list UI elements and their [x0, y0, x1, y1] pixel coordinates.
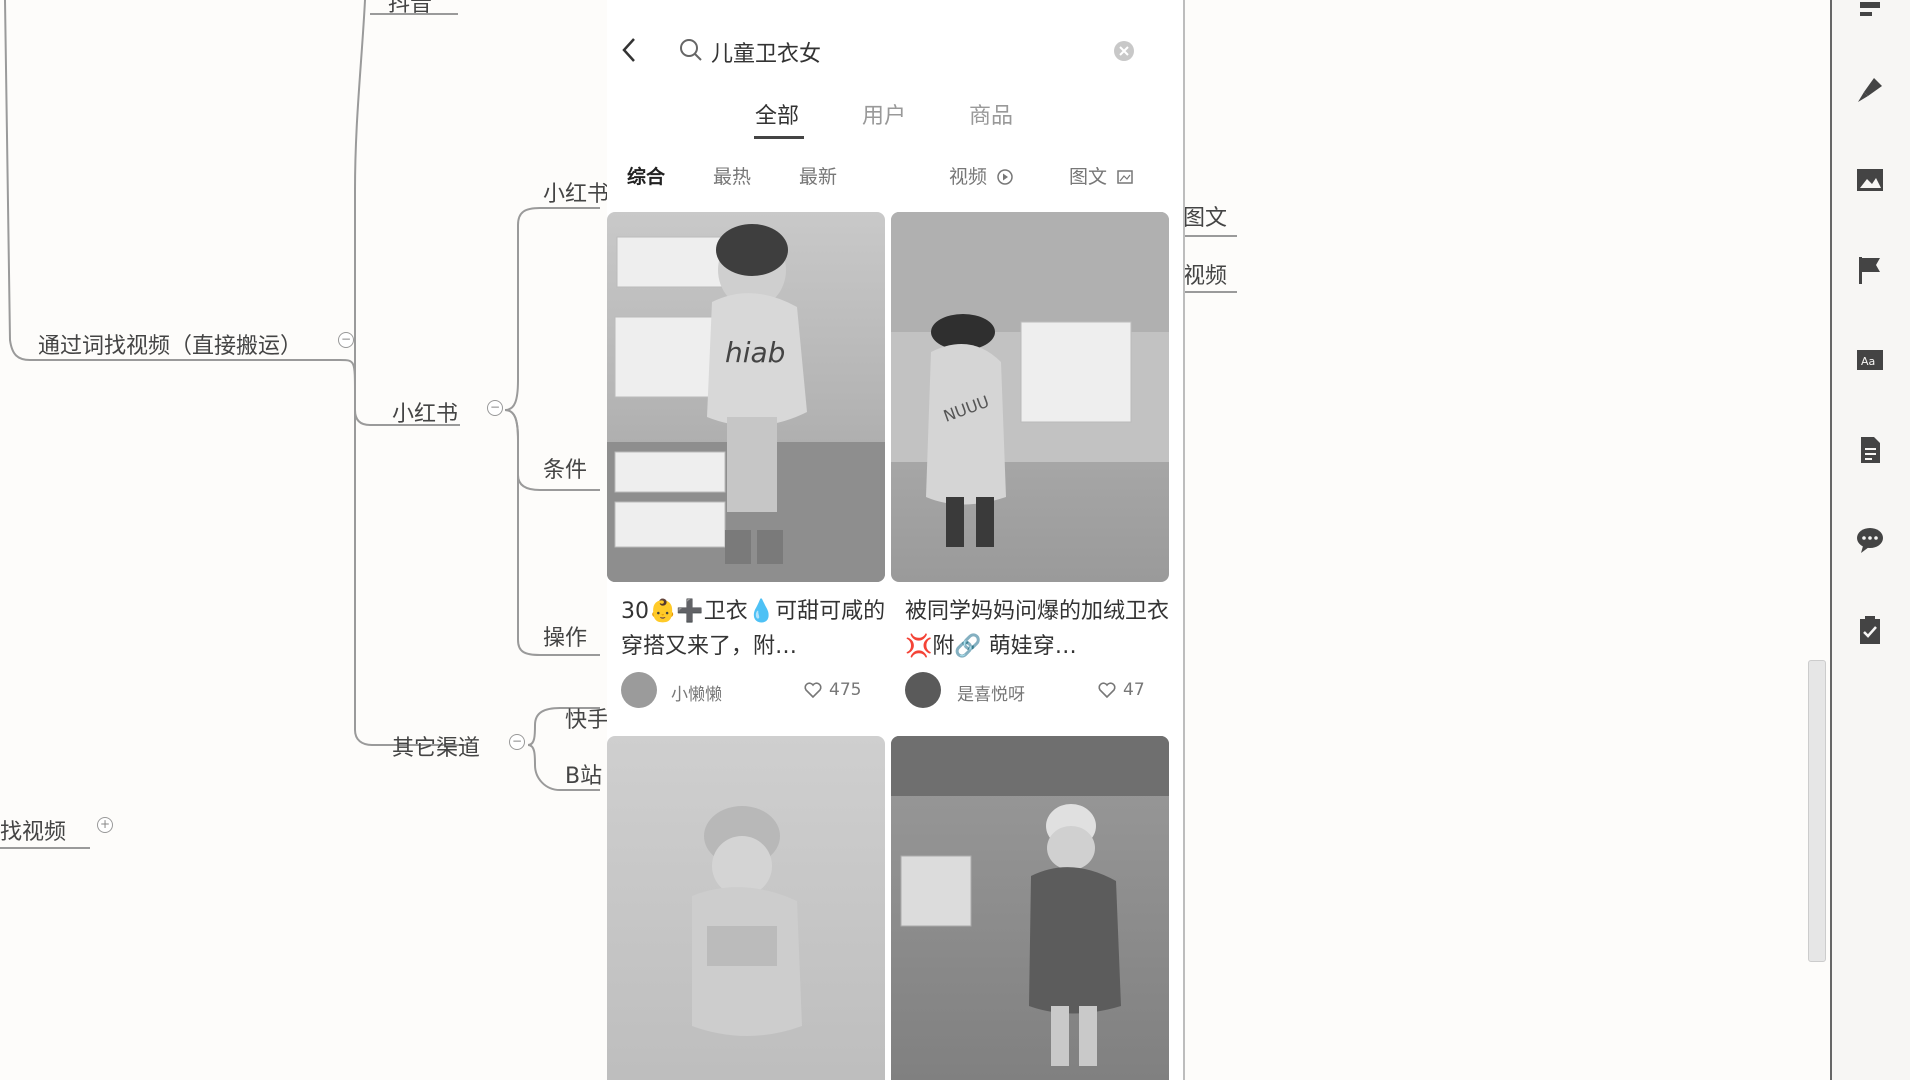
filter-hot[interactable]: 最热 — [713, 162, 751, 189]
mindmap-node-xiaohongshu[interactable]: 小红书 — [392, 396, 458, 428]
collapse-icon[interactable]: − — [338, 332, 354, 348]
outline-icon[interactable] — [1854, 0, 1886, 26]
filter-tuwen[interactable]: 图文 — [1069, 162, 1133, 189]
search-bar: 儿童卫衣女 — [607, 0, 1183, 96]
heart-icon[interactable] — [803, 681, 823, 699]
like-count: 47 — [1123, 680, 1145, 700]
mindmap-node-kuaishou[interactable]: 快手 — [565, 702, 609, 734]
post-thumbnail[interactable]: NUUU — [891, 212, 1169, 582]
search-icon — [680, 39, 702, 61]
tab-products[interactable]: 商品 — [969, 98, 1013, 130]
tab-users[interactable]: 用户 — [862, 98, 906, 130]
clipboard-icon[interactable] — [1854, 614, 1886, 646]
post-thumbnail[interactable] — [891, 736, 1169, 1080]
flag-icon[interactable] — [1854, 254, 1886, 286]
mindmap-node-conditions[interactable]: 条件 — [543, 452, 587, 484]
document-icon[interactable] — [1854, 434, 1886, 466]
expand-icon[interactable]: + — [97, 817, 113, 833]
child-photo-illustration — [891, 736, 1169, 1066]
avatar[interactable] — [621, 672, 657, 708]
svg-text:Aa: Aa — [1861, 355, 1875, 368]
post-thumbnail[interactable]: hiab — [607, 212, 885, 582]
child-photo-illustration: NUUU — [891, 212, 1169, 547]
child-photo-illustration: hiab — [607, 224, 885, 582]
mindmap-node-via-word[interactable]: 通过词找视频（直接搬运） — [38, 328, 302, 360]
post-title[interactable]: 被同学妈妈问爆的加绒卫衣💢附🔗 萌娃穿… — [905, 594, 1175, 664]
avatar[interactable] — [905, 672, 941, 708]
image-icon[interactable] — [1854, 164, 1886, 196]
mindmap-node-other-channels[interactable]: 其它渠道 — [392, 730, 480, 762]
mindmap-node-xiaohongshu-child[interactable]: 小红书 — [543, 176, 609, 208]
filter-new[interactable]: 最新 — [799, 162, 837, 189]
tab-all[interactable]: 全部 — [755, 98, 799, 130]
brush-icon[interactable] — [1854, 74, 1886, 106]
back-arrow-icon[interactable] — [619, 36, 639, 64]
comment-icon[interactable] — [1854, 524, 1886, 556]
author-name[interactable]: 是喜悦呀 — [957, 680, 1025, 705]
post-title[interactable]: 30👶➕卫衣💧可甜可咸的穿搭又来了，附… — [621, 594, 891, 664]
text-style-icon[interactable]: Aa — [1854, 344, 1886, 376]
right-tool-rail: Aa — [1830, 0, 1910, 1080]
like-count: 475 — [829, 680, 862, 700]
mindmap-node-bilibili[interactable]: B站 — [565, 758, 602, 790]
mindmap-node-shipin[interactable]: 视频 — [1183, 258, 1227, 290]
image-icon — [1117, 170, 1133, 184]
svg-text:hiab: hiab — [725, 336, 785, 369]
filter-tuwen-label: 图文 — [1069, 166, 1108, 188]
search-results-panel: 儿童卫衣女 全部 用户 商品 综合 最热 最新 视频 图文 hiab NUUU … — [607, 0, 1185, 1080]
mindmap-node-douyin[interactable]: 抖音 — [388, 0, 432, 18]
mindmap-node-tuwen[interactable]: 图文 — [1183, 200, 1227, 232]
filter-composite[interactable]: 综合 — [627, 162, 665, 189]
author-name[interactable]: 小懒懒 — [671, 680, 722, 705]
tab-active-indicator — [754, 136, 804, 139]
play-icon — [997, 169, 1013, 185]
search-input[interactable]: 儿童卫衣女 — [711, 36, 821, 68]
clear-icon[interactable] — [1113, 40, 1135, 62]
filter-video[interactable]: 视频 — [949, 162, 1013, 189]
vertical-scrollbar[interactable] — [1808, 660, 1826, 962]
collapse-icon[interactable]: − — [509, 734, 525, 750]
collapse-icon[interactable]: − — [487, 400, 503, 416]
mindmap-node-operations[interactable]: 操作 — [543, 620, 587, 652]
post-thumbnail[interactable] — [607, 736, 885, 1080]
heart-icon[interactable] — [1097, 681, 1117, 699]
child-photo-illustration — [692, 806, 802, 1036]
mindmap-node-find-video[interactable]: 找视频 — [0, 814, 66, 846]
filter-video-label: 视频 — [949, 166, 988, 188]
